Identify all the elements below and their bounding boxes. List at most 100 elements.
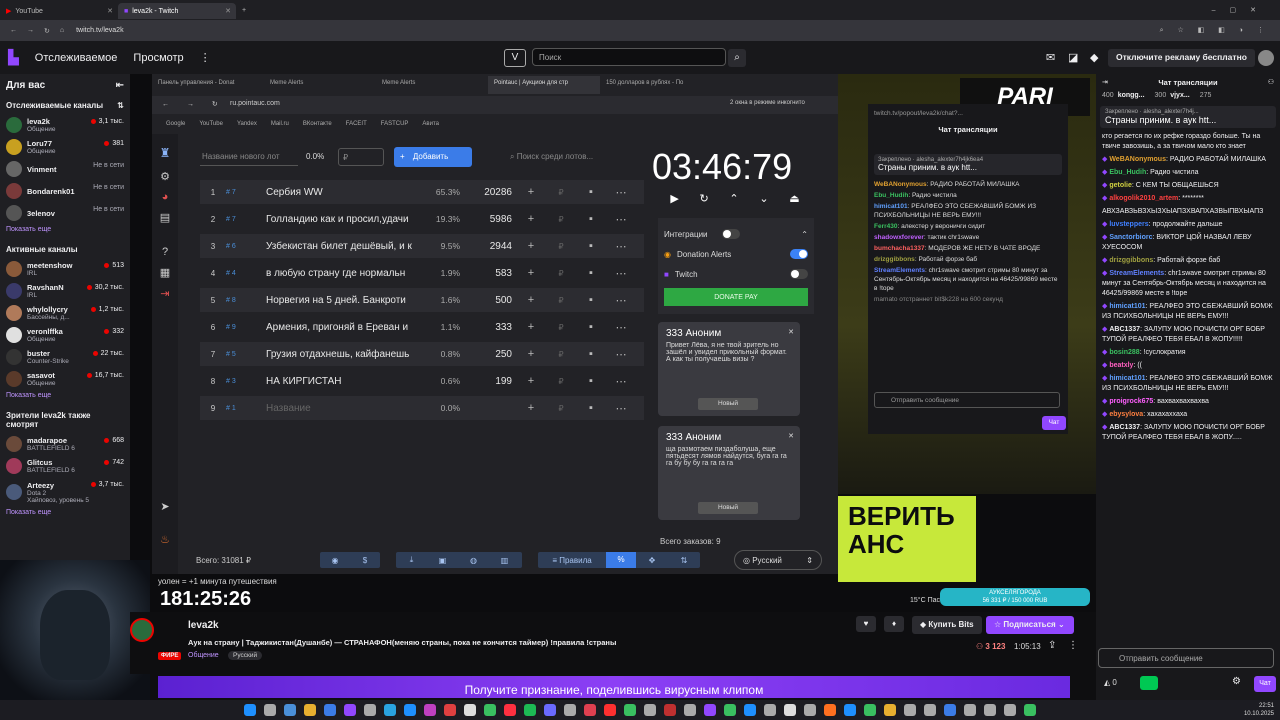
reload-icon[interactable]: ↻ xyxy=(44,27,50,35)
double-up-icon[interactable]: ⏏ xyxy=(789,192,799,212)
chat-username[interactable]: bumchacha1337 xyxy=(874,245,925,252)
chat-username[interactable]: himicat101 xyxy=(1109,303,1145,310)
trash-icon[interactable]: ▪ xyxy=(576,348,606,360)
chat-username[interactable]: drizggibbons xyxy=(1109,257,1153,264)
percent-button[interactable]: % xyxy=(606,552,636,568)
chat-username[interactable]: ABC1337 xyxy=(1109,424,1140,431)
users-icon[interactable]: ⚇ xyxy=(1268,78,1274,86)
telegram-icon[interactable]: ➤ xyxy=(152,500,178,513)
lot-row[interactable]: 4 # 4в любую страну где нормальн 1.9% 583 + ₽… xyxy=(200,261,644,285)
close-icon[interactable]: ✕ xyxy=(788,328,794,336)
chat-username[interactable]: StreamElements xyxy=(874,267,925,274)
plus-icon[interactable]: + xyxy=(516,375,546,387)
nav-following[interactable]: Отслеживаемое xyxy=(35,52,118,64)
bookmark-item[interactable]: Авита xyxy=(422,121,439,127)
lot-row[interactable]: 3 # 6 Узбекистан билет дешёвый, и к 9.5% 294… xyxy=(200,234,644,258)
trash-icon[interactable]: ▪ xyxy=(576,321,606,333)
chat-username[interactable]: Ebu_Hudih xyxy=(1109,169,1146,176)
chat-username[interactable]: drizggibbons xyxy=(874,256,915,263)
chat-username[interactable]: himicat101 xyxy=(1109,375,1145,382)
forward-icon[interactable]: → xyxy=(27,27,34,34)
chat-send-button[interactable]: Чат xyxy=(1254,676,1276,692)
bookmark-item[interactable]: ВКонтакте xyxy=(303,121,332,127)
taskbar-app-icon[interactable] xyxy=(624,704,636,716)
lock-icon[interactable]: ◍ xyxy=(458,556,489,565)
currency-icon[interactable]: ₽ xyxy=(546,350,576,359)
chat-username[interactable]: Ferr430 xyxy=(874,223,898,230)
help-icon[interactable]: ? xyxy=(152,246,178,258)
sidebar-channel[interactable]: Vinment Не в сети xyxy=(0,158,130,180)
add-lot-button[interactable]: + Добавить xyxy=(394,147,472,167)
bookmark-item[interactable]: Mail.ru xyxy=(271,121,289,127)
stats-icon[interactable]: ▦ xyxy=(152,266,178,279)
buy-bits-button[interactable]: ◆ Купить Bits xyxy=(912,616,982,634)
amount-input[interactable]: ₽ xyxy=(338,148,384,166)
more-icon[interactable]: ⋯ xyxy=(606,240,636,253)
currency-icon[interactable]: ₽ xyxy=(546,377,576,386)
chat-username[interactable]: luvsteppers xyxy=(1109,221,1148,228)
url-field[interactable]: twitch.tv/leva2k xyxy=(76,27,123,34)
taskbar-app-icon[interactable] xyxy=(344,704,356,716)
more-icon[interactable]: ⋯ xyxy=(606,375,636,388)
more-icon[interactable]: ⋯ xyxy=(606,213,636,226)
back-icon[interactable]: ← xyxy=(10,27,17,34)
plus-icon[interactable]: + xyxy=(516,348,546,360)
taskbar-app-icon[interactable] xyxy=(644,704,656,716)
taskbar-app-icon[interactable] xyxy=(664,704,676,716)
chat-username[interactable]: Sanctorbiorc xyxy=(1109,234,1152,241)
taskbar-app-icon[interactable] xyxy=(384,704,396,716)
plus-icon[interactable]: + xyxy=(516,294,546,306)
twitch-toggle[interactable] xyxy=(790,269,808,279)
taskbar-app-icon[interactable] xyxy=(464,704,476,716)
more-icon[interactable]: ⋮ xyxy=(1068,640,1078,651)
show-more-link[interactable]: Показать еще xyxy=(0,507,130,518)
currency-icon[interactable]: ₽ xyxy=(546,269,576,278)
extra-icon[interactable]: ♨ xyxy=(152,533,178,546)
logo-box-icon[interactable]: V xyxy=(504,48,526,67)
lot-amount[interactable]: 333 xyxy=(460,322,516,333)
taskbar-app-icon[interactable] xyxy=(684,704,696,716)
sort-icon[interactable]: ⇅ xyxy=(668,556,700,565)
lot-row[interactable]: 2 # 7 Голландию как и просил,удачи 19.3% 598… xyxy=(200,207,644,231)
github-icon[interactable]: ◉ xyxy=(320,556,350,565)
inner-url[interactable]: ru.pointauc.com xyxy=(230,100,280,107)
integrations-row[interactable]: Интеграции ⌃ xyxy=(664,224,808,244)
lot-name[interactable]: в любую страну где нормальн xyxy=(266,268,418,279)
taskbar-app-icon[interactable] xyxy=(604,704,616,716)
show-more-link[interactable]: Показать еще xyxy=(0,224,130,235)
search-button[interactable]: ⌕ xyxy=(728,48,746,67)
lot-name[interactable]: Армения, пригоняй в Ереван и xyxy=(266,322,418,333)
currency-icon[interactable]: ₽ xyxy=(546,296,576,305)
ad-free-button[interactable]: Отключите рекламу бесплатно xyxy=(1108,48,1255,67)
sidebar-channel[interactable]: leva2k Общение 3,1 тыс. xyxy=(0,114,130,136)
sidebar-channel[interactable]: whylollycry Бассейны, д... 1,2 тыс. xyxy=(0,302,130,324)
plus-icon[interactable]: + xyxy=(516,402,546,414)
trash-icon[interactable]: ▪ xyxy=(576,294,606,306)
taskbar-app-icon[interactable] xyxy=(764,704,776,716)
play-icon[interactable]: ▶ xyxy=(670,192,678,212)
plus-icon[interactable]: + xyxy=(516,213,546,225)
lot-amount[interactable]: 250 xyxy=(460,349,516,360)
lot-amount[interactable]: 199 xyxy=(460,376,516,387)
new-tab-button[interactable]: + xyxy=(242,7,246,14)
taskbar-app-icon[interactable] xyxy=(284,704,296,716)
chat-username[interactable]: ABC1337 xyxy=(1109,326,1140,333)
leaderboard-entry[interactable]: 300 vjyx... xyxy=(1155,92,1190,102)
currency-icon[interactable]: ₽ xyxy=(546,404,576,413)
chat-username[interactable]: StreamElements xyxy=(1109,270,1164,277)
auction-icon[interactable]: ♜ xyxy=(152,146,178,160)
inner-tab[interactable]: Meme Alerts xyxy=(264,76,376,94)
inner-tab[interactable]: 150 долларов в рублях - По xyxy=(600,76,712,94)
chat-username[interactable]: Ebu_Hudih xyxy=(874,192,908,199)
inner-tab[interactable]: Pointauc | Аукцион для стр xyxy=(488,76,600,94)
more-icon[interactable]: ⋯ xyxy=(606,186,636,199)
taskbar-app-icon[interactable] xyxy=(944,704,956,716)
new-badge[interactable]: Новый xyxy=(698,398,758,410)
follow-button[interactable]: ♥ xyxy=(856,616,876,632)
taskbar-app-icon[interactable] xyxy=(584,704,596,716)
taskbar-app-icon[interactable] xyxy=(724,704,736,716)
trash-icon[interactable]: ▪ xyxy=(576,213,606,225)
taskbar-app-icon[interactable] xyxy=(264,704,276,716)
currency-icon[interactable]: ₽ xyxy=(546,323,576,332)
taskbar-app-icon[interactable] xyxy=(484,704,496,716)
